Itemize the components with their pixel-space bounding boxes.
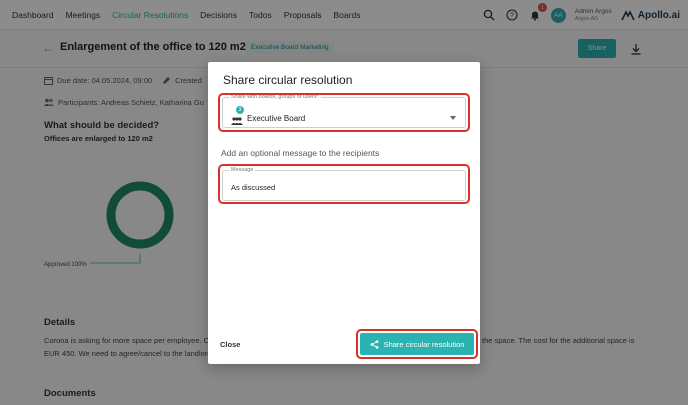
share-button-label: Share circular resolution [383,339,465,349]
share-circular-resolution-button[interactable]: Share circular resolution [360,333,474,355]
share-dialog: Share circular resolution Share with boa… [208,62,480,364]
message-field-highlight [218,164,470,204]
share-icon [370,339,378,349]
optional-message-label: Add an optional message to the recipient… [221,148,380,158]
close-button[interactable]: Close [220,340,240,349]
dialog-title: Share circular resolution [223,73,353,87]
share-field-highlight [218,93,470,132]
